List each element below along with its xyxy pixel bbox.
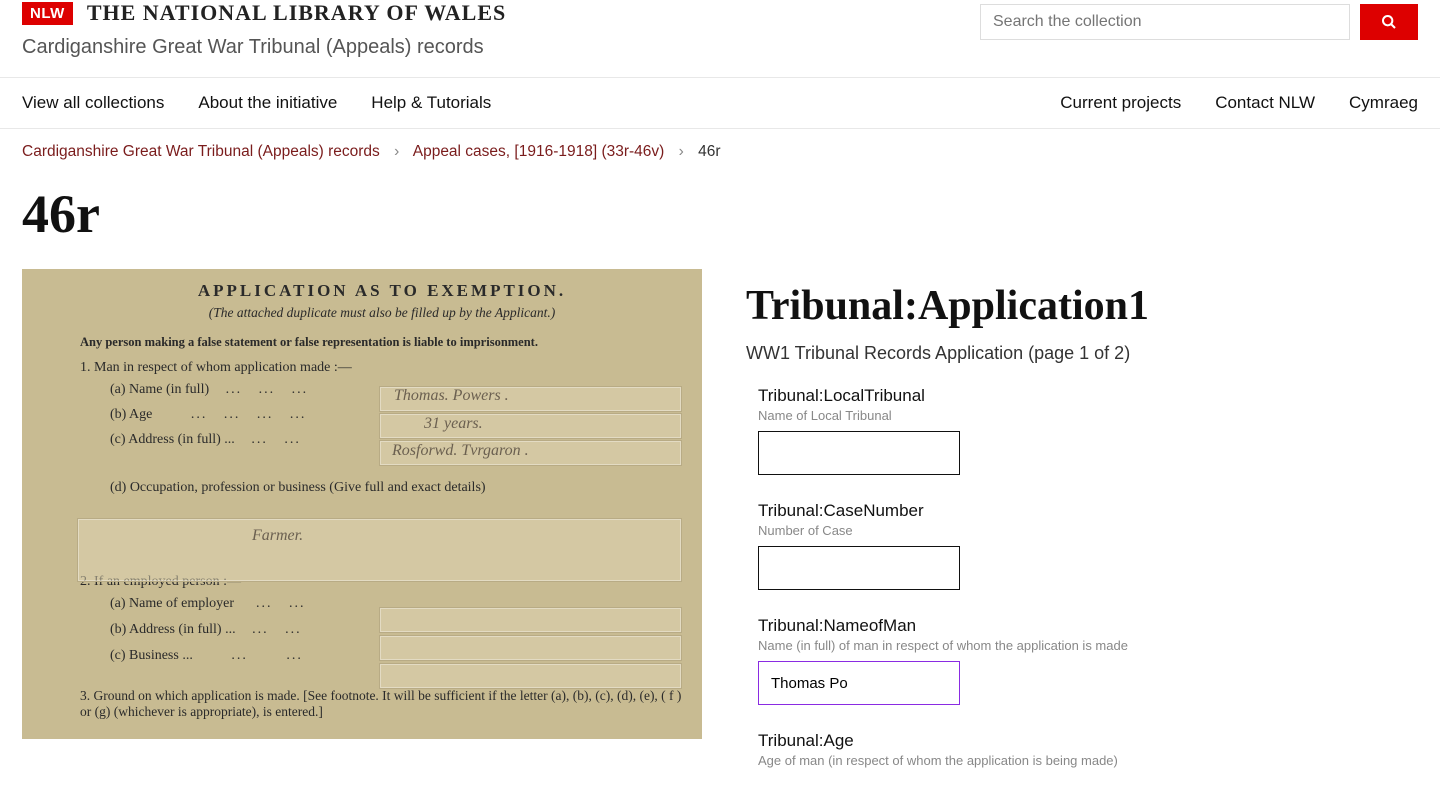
field-name-of-man: Tribunal:NameofMan Name (in full) of man… bbox=[746, 616, 1418, 705]
nav-about[interactable]: About the initiative bbox=[198, 93, 337, 113]
field-help: Age of man (in respect of whom the appli… bbox=[758, 753, 1418, 768]
collection-title: Cardiganshire Great War Tribunal (Appeal… bbox=[22, 36, 506, 59]
hand-occupation: Farmer. bbox=[252, 527, 303, 545]
hand-address: Rosforwd. Tvrgaron . bbox=[392, 442, 529, 460]
input-local-tribunal[interactable] bbox=[758, 431, 960, 475]
form-subtitle: WW1 Tribunal Records Application (page 1… bbox=[746, 343, 1418, 364]
doc-field-occupation[interactable] bbox=[77, 518, 682, 582]
field-help: Name (in full) of man in respect of whom… bbox=[758, 638, 1418, 653]
document-image[interactable]: APPLICATION AS TO EXEMPTION. (The attach… bbox=[22, 269, 702, 739]
input-name-of-man[interactable] bbox=[758, 661, 960, 705]
field-help: Name of Local Tribunal bbox=[758, 408, 1418, 423]
doc-s1c: (c) Address (in full) ... bbox=[110, 432, 235, 448]
nav-projects[interactable]: Current projects bbox=[1060, 93, 1181, 113]
field-local-tribunal: Tribunal:LocalTribunal Name of Local Tri… bbox=[746, 386, 1418, 475]
field-help: Number of Case bbox=[758, 523, 1418, 538]
hand-name: Thomas. Powers . bbox=[394, 387, 509, 405]
field-label: Tribunal:Age bbox=[758, 731, 1418, 751]
form-title: Tribunal:Application1 bbox=[746, 283, 1418, 329]
doc-heading: APPLICATION AS TO EXEMPTION. bbox=[80, 281, 684, 301]
doc-s1d: (d) Occupation, profession or business (… bbox=[110, 480, 486, 496]
field-age: Tribunal:Age Age of man (in respect of w… bbox=[746, 731, 1418, 768]
doc-s1b: (b) Age bbox=[110, 407, 152, 423]
doc-sec1: 1. Man in respect of whom application ma… bbox=[80, 360, 684, 376]
form-panel: Tribunal:Application1 WW1 Tribunal Recor… bbox=[746, 269, 1418, 794]
doc-s2b: (b) Address (in full) ... bbox=[110, 622, 236, 638]
doc-field-business[interactable] bbox=[379, 663, 682, 689]
header: NLW THE NATIONAL LIBRARY OF WALES Cardig… bbox=[0, 0, 1440, 77]
nav-help[interactable]: Help & Tutorials bbox=[371, 93, 491, 113]
page-title: 46r bbox=[0, 175, 1440, 269]
doc-warning: Any person making a false statement or f… bbox=[80, 335, 684, 350]
search-input[interactable] bbox=[980, 4, 1350, 40]
doc-s2c: (c) Business ... bbox=[110, 648, 193, 664]
logo[interactable]: NLW bbox=[22, 2, 73, 25]
field-label: Tribunal:CaseNumber bbox=[758, 501, 1418, 521]
site-title: THE NATIONAL LIBRARY OF WALES bbox=[87, 0, 506, 26]
doc-sec3: 3. Ground on which application is made. … bbox=[80, 688, 684, 720]
nav-bar: View all collections About the initiativ… bbox=[0, 77, 1440, 129]
doc-s2a: (a) Name of employer bbox=[110, 596, 234, 612]
nav-contact[interactable]: Contact NLW bbox=[1215, 93, 1315, 113]
bc-cases[interactable]: Appeal cases, [1916-1918] (33r-46v) bbox=[413, 143, 665, 160]
nav-view-all[interactable]: View all collections bbox=[22, 93, 164, 113]
breadcrumb: Cardiganshire Great War Tribunal (Appeal… bbox=[0, 129, 1440, 175]
search-icon bbox=[1381, 14, 1397, 30]
nav-cymraeg[interactable]: Cymraeg bbox=[1349, 93, 1418, 113]
hand-age: 31 years. bbox=[424, 415, 483, 433]
field-label: Tribunal:NameofMan bbox=[758, 616, 1418, 636]
doc-field-employer[interactable] bbox=[379, 607, 682, 633]
field-case-number: Tribunal:CaseNumber Number of Case bbox=[746, 501, 1418, 590]
input-case-number[interactable] bbox=[758, 546, 960, 590]
doc-subheading: (The attached duplicate must also be fil… bbox=[80, 305, 684, 321]
doc-field-emp-address[interactable] bbox=[379, 635, 682, 661]
bc-current: 46r bbox=[698, 143, 720, 160]
bc-collection[interactable]: Cardiganshire Great War Tribunal (Appeal… bbox=[22, 143, 380, 160]
search-button[interactable] bbox=[1360, 4, 1418, 40]
doc-s1a: (a) Name (in full) bbox=[110, 382, 209, 398]
field-label: Tribunal:LocalTribunal bbox=[758, 386, 1418, 406]
